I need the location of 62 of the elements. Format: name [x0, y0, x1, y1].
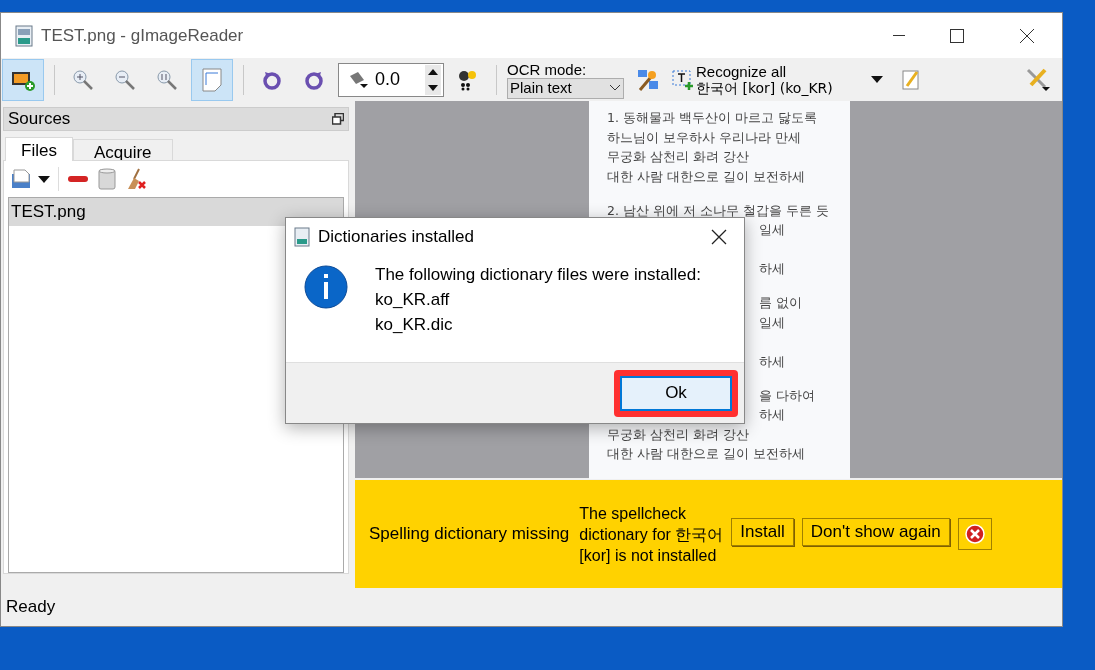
close-icon	[964, 524, 985, 544]
magic-wand-icon	[636, 67, 660, 92]
document-line: 름 없이	[759, 294, 802, 312]
zoom-in-icon	[72, 68, 94, 91]
notification-button[interactable]: Install	[731, 518, 794, 546]
document-line: 하세	[759, 352, 785, 371]
document-line: 무궁화 삼천리 화려 강산	[607, 148, 749, 166]
tab[interactable]: Files	[5, 137, 73, 161]
window-title: TEST.png - gImageReader	[41, 24, 244, 47]
rotate-page-icon	[347, 69, 369, 90]
document-line: 하세	[759, 406, 785, 424]
close-icon	[711, 229, 727, 245]
document-line: 을 다하여	[759, 386, 815, 405]
zoom-out-icon	[114, 68, 136, 91]
zoom-original-icon	[156, 68, 178, 91]
add-image-button[interactable]	[2, 58, 44, 101]
remove-icon[interactable]	[67, 174, 89, 184]
brightness-icon	[457, 68, 479, 91]
document-line: 1. 동해물과 백두산이 마르고 닳도록	[607, 109, 817, 127]
document-line: 일세	[759, 221, 785, 239]
app-icon	[15, 24, 33, 47]
document-line: 일세	[759, 313, 785, 332]
recognize-button[interactable]: Recognize all 한국어 [kor] (ko_KR)	[672, 61, 833, 98]
file-name: ko_KR.dic	[375, 314, 454, 336]
rotation-field[interactable]: 0.0	[338, 62, 444, 97]
status-text: Ready	[6, 596, 56, 619]
page-icon	[202, 67, 222, 92]
broom-icon[interactable]	[125, 167, 147, 191]
app-icon	[294, 227, 310, 247]
dismiss-button[interactable]	[957, 518, 992, 550]
document-line: 대한 사람 대한으로 길이 보전하세	[607, 167, 805, 186]
notification-button[interactable]: Don't show again	[801, 518, 950, 546]
notification-message: The spellcheck dictionary for 한국어 [kor] is not installed	[579, 503, 725, 566]
notification-title: Spelling dictionary missing	[369, 523, 570, 546]
ok-button[interactable]: Ok	[620, 375, 732, 411]
file-item[interactable]: TEST.png	[9, 198, 343, 226]
document-line: 무궁화 삼천리 화려 강산	[607, 425, 749, 444]
dialog-message: The following dictionary files were installed:	[375, 264, 701, 286]
tools-icon	[1025, 66, 1051, 93]
document-line: 하세	[759, 260, 785, 278]
open-file-button[interactable]	[10, 168, 50, 190]
text-select-icon	[672, 68, 694, 91]
ocr-mode-label: OCR mode:	[507, 60, 588, 78]
tab[interactable]: Acquire	[72, 139, 173, 161]
panel-title: Sources	[8, 108, 72, 131]
file-name: ko_KR.aff	[375, 289, 451, 311]
caret-icon	[870, 76, 883, 83]
rotate-left-icon	[262, 69, 282, 90]
chevron-down-icon	[609, 84, 621, 92]
close-icon	[1020, 28, 1034, 43]
undock-icon[interactable]	[332, 113, 344, 125]
dialog-title: Dictionaries installed	[318, 226, 474, 249]
document-line: 대한 사람 대한으로 길이 보전하세	[607, 445, 805, 463]
ocr-mode-dropdown[interactable]: Plain text	[507, 77, 624, 99]
info-icon	[304, 265, 348, 309]
pencil-icon	[900, 68, 921, 91]
caret-icon	[38, 175, 50, 183]
document-line: 2. 남산 위에 저 소나무 철갑을 두른 듯	[607, 201, 829, 220]
maximize-icon	[950, 28, 964, 43]
rotate-right-icon	[304, 69, 324, 90]
minimize-icon	[893, 34, 905, 37]
document-line: 하느님이 보우하사 우리나라 만세	[607, 128, 801, 147]
